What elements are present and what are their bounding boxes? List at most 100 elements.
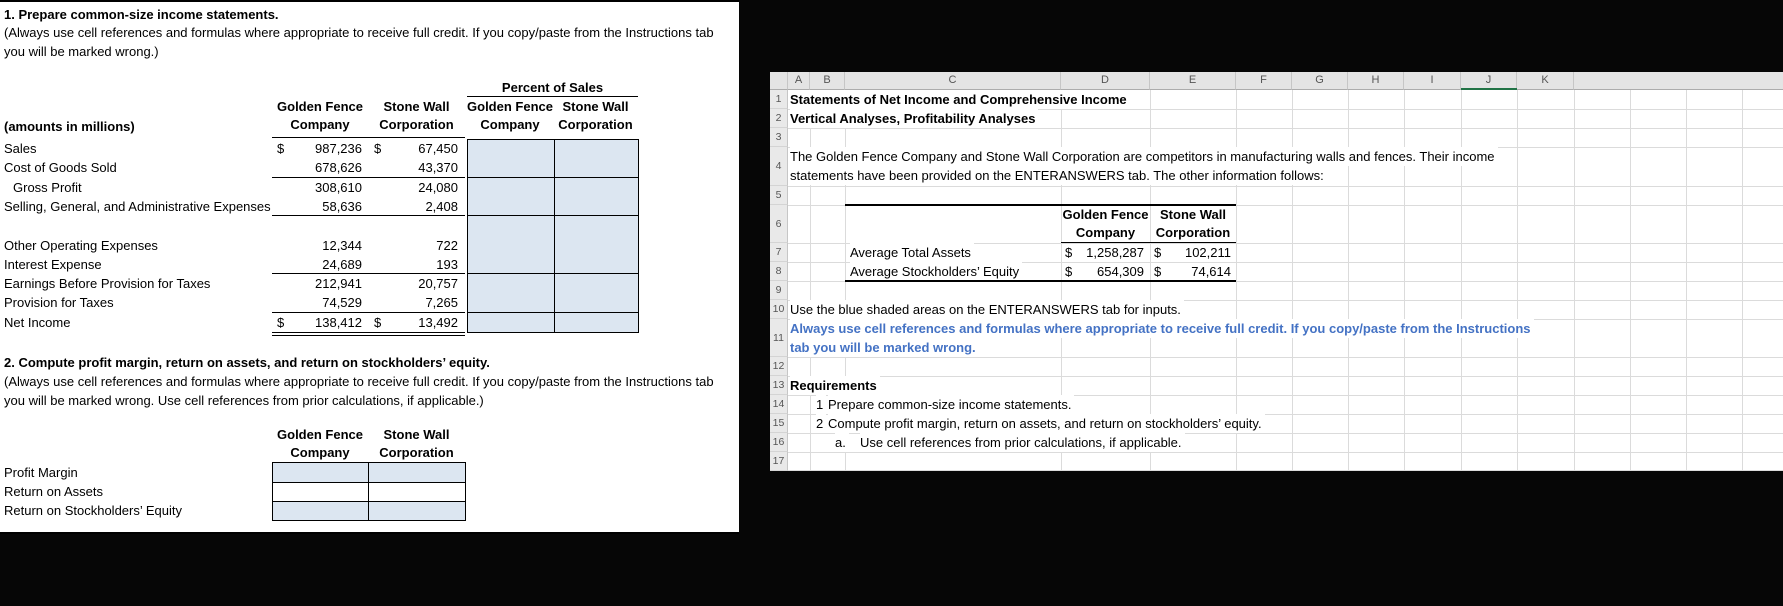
requirement-number: 1 [816,395,827,414]
column-header-f[interactable]: F [1236,72,1292,90]
row-header-15[interactable]: 15 [770,414,788,433]
column-header-line1: Golden Fence [277,99,363,114]
row-header-6[interactable]: 6 [770,205,788,243]
table-border-top [845,204,1236,206]
row-header-14[interactable]: 14 [770,395,788,414]
profit-margin-stone-wall-cell[interactable] [369,463,465,482]
column-header-k[interactable]: K [1517,72,1574,90]
rule [272,312,465,313]
requirement-text: Prepare common-size income statements. [828,395,1075,414]
ratios-input-area [272,462,466,521]
column-header-d[interactable]: D [1061,72,1150,90]
column-header-b[interactable]: B [810,72,845,90]
column-header-a[interactable]: A [788,72,810,90]
amount-cell: $13,492 [374,313,458,332]
gridline [788,452,1783,453]
info-row-label: Average Stockholders’ Equity [850,262,1023,281]
gridline [788,376,1783,377]
percent-of-sales-header: Percent of Sales [467,80,638,97]
row-header-11[interactable]: 11 [770,319,788,357]
row-label: Other Operating Expenses [4,238,158,253]
return-on-stockholders-equity-stone-wall-cell[interactable] [369,501,465,520]
row-header-3[interactable]: 3 [770,128,788,147]
column-header-line2: Corporation [379,117,454,132]
gridline [1517,90,1518,471]
gridline [788,128,1783,129]
table-row-provision-for-taxes: Provision for Taxes 74,529 7,265 [0,293,739,312]
amount-value: 20,757 [418,276,458,291]
return-on-assets-stone-wall-cell[interactable] [369,482,465,501]
warning-line1: Always use cell references and formulas … [790,319,1534,338]
gridline [788,186,1783,187]
requirements-title: Requirements [790,376,880,395]
rule [272,215,465,216]
currency-symbol: $ [1065,264,1073,279]
return-on-assets-label: Return on Assets [4,484,103,499]
warning-line2: tab you will be marked wrong. [790,338,979,357]
select-all-corner[interactable] [770,72,788,90]
column-header-percent-stone-wall: Stone Wall Corporation [553,98,638,134]
row-header-12[interactable]: 12 [770,357,788,376]
row-label: Sales [4,141,37,156]
sheet-title-line1: Statements of Net Income and Comprehensi… [790,90,1130,109]
ratio-column-header-stone-wall: Stone Wall Corporation [368,426,465,462]
section1-note-line2: you will be marked wrong.) [4,44,159,59]
amount-cell: 212,941 [277,274,362,293]
currency-symbol: $ [277,141,285,156]
requirement-text: Compute profit margin, return on assets,… [828,414,1265,433]
enteranswers-worksheet: 1. Prepare common-size income statements… [0,0,739,534]
row-header-2[interactable]: 2 [770,109,788,128]
column-header-g[interactable]: G [1292,72,1348,90]
row-header-9[interactable]: 9 [770,281,788,300]
amount-cell: $138,412 [277,313,362,332]
profit-margin-golden-fence-cell[interactable] [273,463,368,482]
row-header-1[interactable]: 1 [770,90,788,109]
instructions-worksheet[interactable]: A B C D E F G H I J K 1 2 3 4 5 6 7 8 9 … [770,72,1783,471]
info-column-header: Company [1075,225,1136,240]
row-header-7[interactable]: 7 [770,243,788,262]
row-header-8[interactable]: 8 [770,262,788,281]
amount-cell: 74,529 [277,293,362,312]
currency-symbol: $ [1154,245,1162,260]
section2-note-line2: you will be marked wrong. Use cell refer… [4,393,484,408]
column-header-line1: Stone Wall [383,99,450,114]
amount-value: 12,344 [322,238,362,253]
section2-title: 2. Compute profit margin, return on asse… [4,355,490,370]
return-on-assets-golden-fence-cell[interactable] [273,482,368,501]
table-row-blank [0,216,739,235]
table-row-interest-expense: Interest Expense 24,689 193 [0,255,739,274]
column-header-i[interactable]: I [1404,72,1461,90]
column-header-c[interactable]: C [845,72,1061,90]
amount-value: 678,626 [315,160,362,175]
row-header-17[interactable]: 17 [770,452,788,471]
amount-value: 67,450 [418,141,458,156]
column-header-golden-fence: Golden Fence Company [272,98,368,134]
gridline [1686,90,1687,471]
column-header-e[interactable]: E [1150,72,1236,90]
amount-cell: $987,236 [277,139,362,158]
amount-value: 722 [436,238,458,253]
table-row-ebt: Earnings Before Provision for Taxes 212,… [0,274,739,293]
amount-cell: 12,344 [277,236,362,255]
column-header-line2: Company [480,117,540,132]
column-header-percent-golden-fence: Golden Fence Company [467,98,553,134]
row-label: Interest Expense [4,257,102,272]
intro-line1: The Golden Fence Company and Stone Wall … [790,147,1498,166]
row-header-16[interactable]: 16 [770,433,788,452]
return-on-stockholders-equity-golden-fence-cell[interactable] [273,501,368,520]
divider [273,482,465,483]
row-header-5[interactable]: 5 [770,186,788,205]
row-header-4[interactable]: 4 [770,147,788,186]
table-row-sga: Selling, General, and Administrative Exp… [0,197,739,216]
row-header-10[interactable]: 10 [770,300,788,319]
amount-cell: 20,757 [374,274,458,293]
amount-value: 7,265 [425,295,458,310]
column-header-h[interactable]: H [1348,72,1404,90]
amount-value: 1,258,287 [1086,245,1144,260]
amount-value: 308,610 [315,180,362,195]
amount-value: 102,211 [1184,245,1231,260]
row-label: Selling, General, and Administrative Exp… [4,199,271,214]
column-header-line2: Corporation [379,445,454,460]
row-header-13[interactable]: 13 [770,376,788,395]
currency-symbol: $ [374,141,382,156]
